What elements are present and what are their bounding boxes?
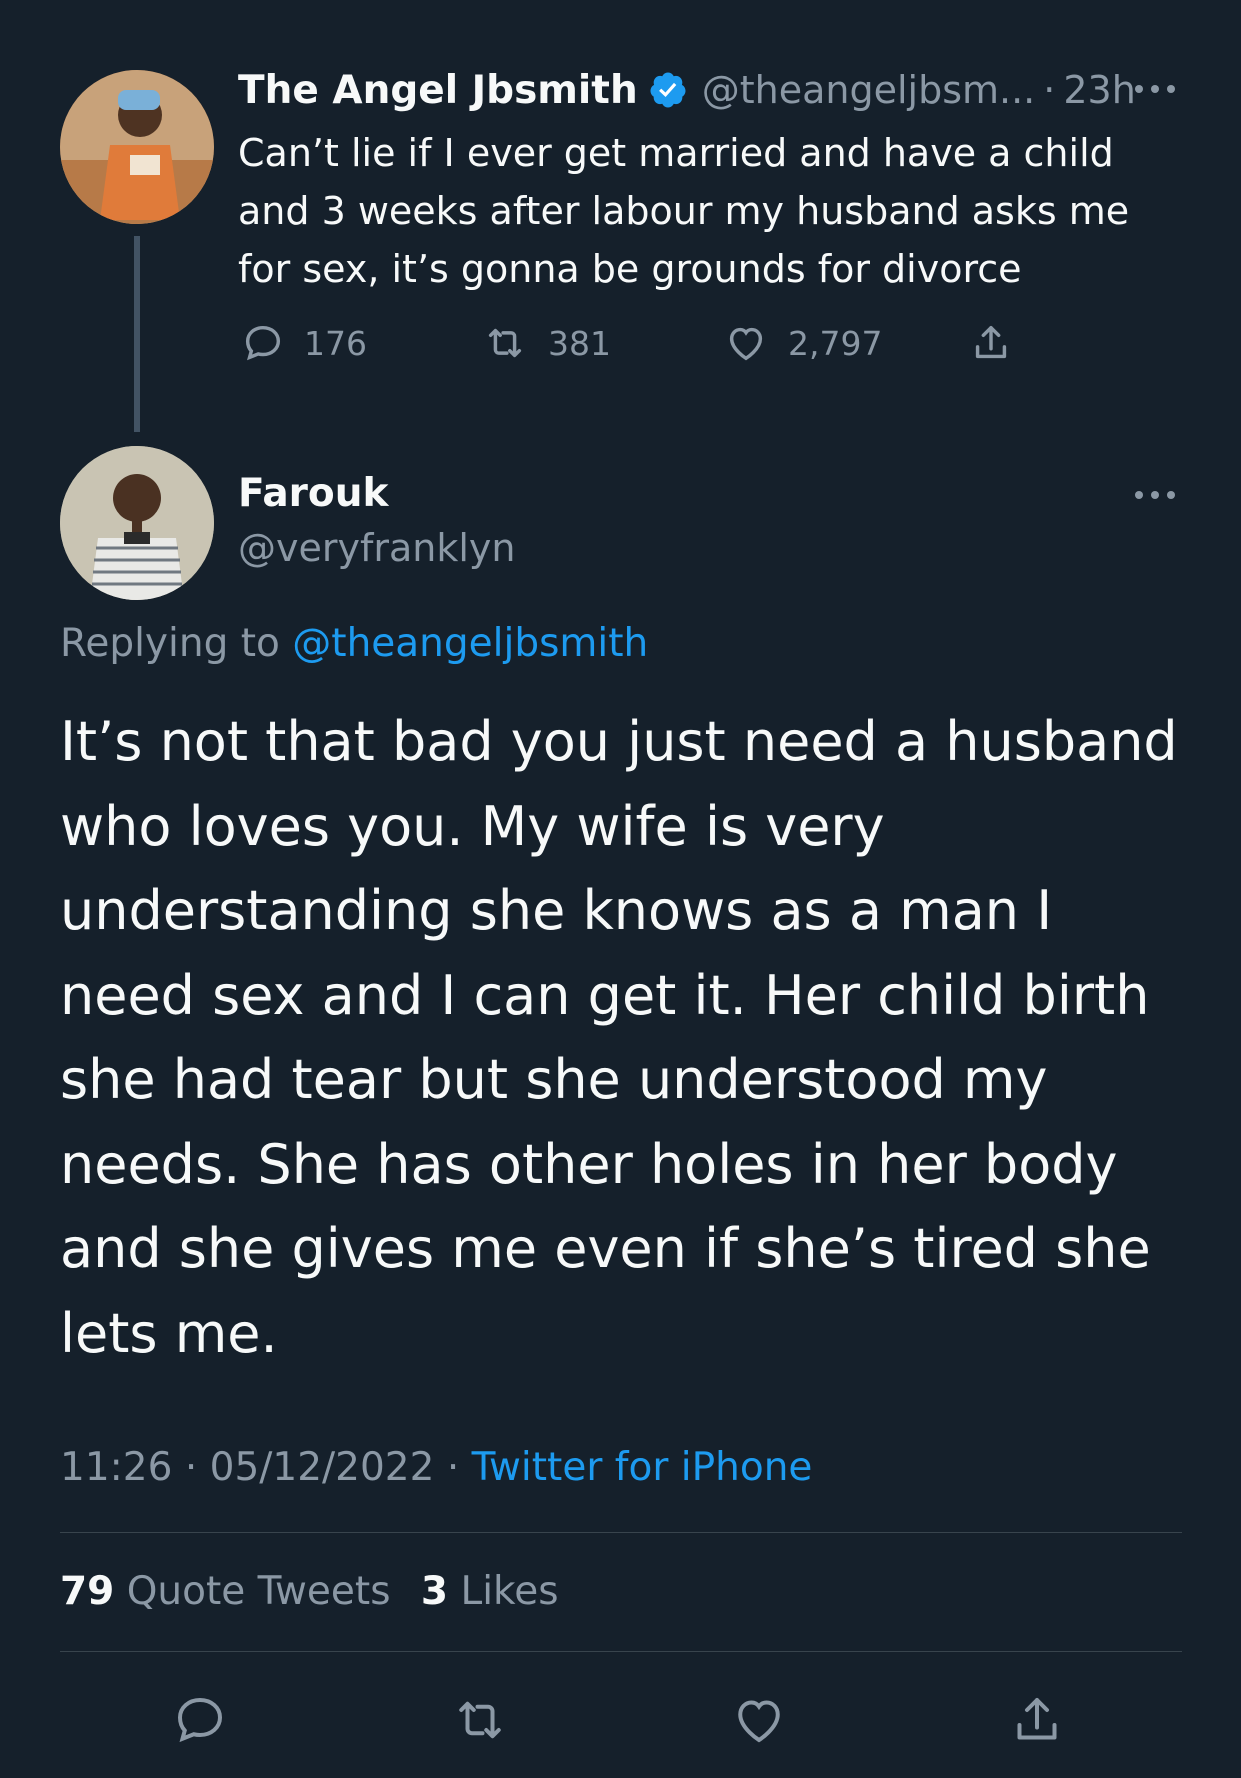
parent-more-icon[interactable] <box>1131 74 1179 104</box>
divider-bottom <box>60 1651 1182 1652</box>
tweet-meta: 11:26 · 05/12/2022 · Twitter for iPhone <box>60 1440 812 1496</box>
parent-author-handle[interactable]: @theangeljbsm... <box>702 68 1036 112</box>
parent-reply-count: 176 <box>304 323 367 363</box>
likes-count: 3 <box>420 1569 449 1614</box>
main-tweet-text: It’s not that bad you just need a husban… <box>60 710 1178 1365</box>
parent-separator: · <box>1043 68 1056 112</box>
replying-to-label: Replying to <box>60 621 280 666</box>
heart-icon <box>729 327 763 361</box>
tweet-time[interactable]: 11:26 <box>60 1445 172 1490</box>
main-author-handle[interactable]: @veryfranklyn <box>238 522 516 574</box>
parent-retweet-count: 381 <box>548 323 611 363</box>
main-avatar[interactable] <box>60 446 214 600</box>
main-avatar-image <box>60 446 214 600</box>
quote-tweets-count: 79 <box>60 1569 115 1614</box>
quote-tweets-stat[interactable]: 79 Quote Tweets <box>60 1569 403 1614</box>
share-icon <box>975 325 1007 359</box>
engagement-stats: 79 Quote Tweets 3 Likes <box>60 1564 559 1620</box>
tweet-date[interactable]: 05/12/2022 <box>210 1445 435 1490</box>
retweet-icon <box>488 328 522 358</box>
parent-avatar-image <box>60 70 214 224</box>
parent-tweet-text: Can’t lie if I ever get married and have… <box>238 131 1130 291</box>
replying-to-handle[interactable]: @theangeljbsmith <box>292 621 648 666</box>
retweet-button[interactable] <box>448 1690 512 1750</box>
parent-retweet-button[interactable]: 381 <box>480 318 611 368</box>
share-icon <box>1017 1698 1057 1740</box>
parent-author-name[interactable]: The Angel Jbsmith <box>238 68 638 113</box>
verified-badge-icon <box>648 70 688 110</box>
parent-header: The Angel Jbsmith @theangeljbsm... · 23h <box>238 64 1178 116</box>
retweet-icon <box>459 1701 501 1739</box>
meta-dot-1: · <box>184 1445 198 1490</box>
reply-icon <box>177 1697 223 1743</box>
parent-avatar[interactable] <box>60 70 214 224</box>
quote-tweets-label: Quote Tweets <box>126 1569 391 1614</box>
likes-label: Likes <box>460 1569 559 1614</box>
parent-timestamp[interactable]: 23h <box>1063 68 1135 112</box>
parent-actions: 176 381 2,797 <box>240 318 1060 368</box>
tweet-source-link[interactable]: Twitter for iPhone <box>472 1445 813 1490</box>
parent-like-count: 2,797 <box>788 323 883 363</box>
meta-dot-2: · <box>446 1445 460 1490</box>
parent-like-button[interactable]: 2,797 <box>722 318 882 368</box>
heart-icon <box>738 1700 780 1743</box>
thread-connector <box>134 236 140 432</box>
share-button[interactable] <box>1007 1690 1067 1750</box>
parent-share-button[interactable] <box>968 318 1032 368</box>
reply-button[interactable] <box>170 1690 230 1750</box>
parent-reply-button[interactable]: 176 <box>240 318 367 368</box>
like-button[interactable] <box>728 1690 790 1750</box>
main-author-name[interactable]: Farouk <box>238 468 388 520</box>
replying-to-line: Replying to @theangeljbsmith <box>60 616 648 672</box>
main-more-icon[interactable] <box>1131 480 1179 510</box>
reply-icon <box>245 325 281 361</box>
divider-top <box>60 1532 1182 1533</box>
likes-stat[interactable]: 3 Likes <box>421 1569 559 1614</box>
